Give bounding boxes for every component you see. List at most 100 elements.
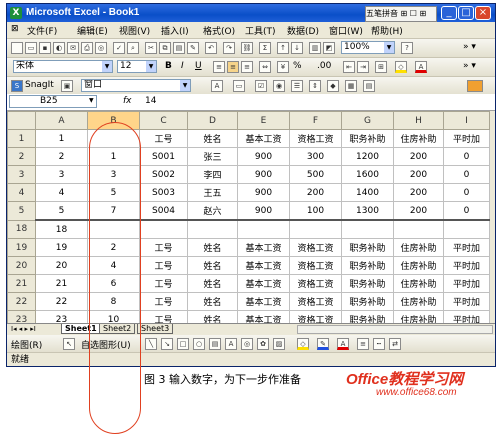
decrease-indent-icon[interactable]: ⇤ [343,61,355,73]
grid-cell[interactable]: S003 [139,183,188,202]
snagit-icon[interactable]: S [11,80,23,92]
line-icon[interactable]: ╲ [145,338,157,350]
rectangle-icon[interactable]: □ [177,338,189,350]
grid-cell[interactable]: 200 [393,183,444,202]
chevron-down-icon[interactable]: ▼ [89,97,94,104]
percent-button[interactable]: % [293,61,302,71]
grid-cell[interactable]: 工号 [139,292,188,311]
toolbar-options-icon[interactable]: » ▾ [463,42,476,52]
new-icon[interactable] [11,42,23,54]
grid-cell[interactable]: 工号 [139,256,188,275]
line-color-icon[interactable]: ✎ [317,338,329,350]
text-direction-icon[interactable]: A [211,80,223,92]
snagit-label[interactable]: SnagIt [25,80,54,90]
grid-cell[interactable]: 姓名 [187,292,238,311]
column-header[interactable]: C [139,111,188,130]
grid-cell[interactable]: 4 [87,256,140,275]
grid-cell[interactable]: 200 [393,201,444,221]
autosum-icon[interactable]: Σ [259,42,271,54]
grid-cell[interactable] [237,219,290,239]
excel-menu-icon[interactable]: ⊠ [11,24,19,34]
grid-cell[interactable]: 住房补助 [393,292,444,311]
list-icon[interactable]: ☰ [291,80,303,92]
grid-cell[interactable]: 900 [237,147,290,166]
column-header[interactable]: I [443,111,490,130]
grid-cell[interactable]: 职务补助 [341,256,394,275]
grid-cell[interactable]: S001 [139,147,188,166]
grid-cell[interactable]: 19 [35,238,88,257]
cell-table[interactable]: ABCDEFGHI 1 1 工号 姓名 基本工资 资格工资 职务补助 住房补助 平时加 2 2 1 S0… [7,111,490,329]
row-header[interactable]: 18 [7,219,36,239]
grid-cell[interactable]: 职务补助 [341,238,394,257]
grid-cell[interactable]: 平时加 [443,238,490,257]
grid-cell[interactable] [139,219,188,239]
hyperlink-icon[interactable]: ⛓ [241,42,253,54]
row-header[interactable]: 22 [7,292,36,311]
increase-indent-icon[interactable]: ⇥ [357,61,369,73]
font-color-icon[interactable]: A [337,338,349,350]
textbox-icon[interactable]: ▤ [209,338,221,350]
font-color-icon[interactable]: A [415,61,427,73]
sort-desc-icon[interactable]: ↓ [291,42,303,54]
grid-cell[interactable]: 住房补助 [393,129,444,148]
grid-cell[interactable]: 1 [87,147,140,166]
grid-cell[interactable]: 8 [87,292,140,311]
grid-cell[interactable]: 平时加 [443,274,490,293]
grid-cell[interactable]: 姓名 [187,274,238,293]
grid-cell[interactable]: 1300 [341,201,394,221]
underline-button[interactable]: U [195,61,202,71]
grid-cell[interactable]: 张三 [187,147,238,166]
spelling-icon[interactable]: ✓ [113,42,125,54]
grid-cell[interactable]: 20 [35,256,88,275]
grid-cell[interactable]: 7 [87,201,140,221]
menu-view[interactable]: 视图(V) [119,24,150,37]
grid-cell[interactable]: 500 [289,165,342,184]
grid-cell[interactable]: 职务补助 [341,292,394,311]
grid-cell[interactable]: 王五 [187,183,238,202]
tab-sheet1[interactable]: Sheet1 [61,324,101,334]
grid-cell[interactable]: 李四 [187,165,238,184]
italic-button[interactable]: I [181,61,184,71]
minimize-icon[interactable]: _ [441,6,457,20]
grid-cell[interactable]: 4 [35,183,88,202]
grid-cell[interactable]: 900 [237,165,290,184]
line-style-icon[interactable]: ≡ [357,338,369,350]
column-header[interactable]: G [341,111,394,130]
radio-icon[interactable]: ◉ [273,80,285,92]
grid-cell[interactable]: 职务补助 [341,129,394,148]
row-header[interactable]: 2 [7,147,36,166]
chart-wizard-icon[interactable]: ▥ [309,42,321,54]
grid-cell[interactable]: 300 [289,147,342,166]
grid-cell[interactable] [187,219,238,239]
grid-cell[interactable]: 900 [237,183,290,202]
arrow-style-icon[interactable]: ⇄ [389,338,401,350]
align-center-icon[interactable]: ≡ [227,61,239,73]
currency-icon[interactable]: ¥ [277,61,289,73]
align-left-icon[interactable]: ≡ [213,61,225,73]
grid-cell[interactable]: 1200 [341,147,394,166]
grid-cell[interactable]: 1400 [341,183,394,202]
grid-cell[interactable]: 基本工资 [237,274,290,293]
grid-cell[interactable]: 100 [289,201,342,221]
row-header[interactable]: 4 [7,183,36,202]
grid-cell[interactable]: 200 [393,147,444,166]
redo-icon[interactable]: ↷ [223,42,235,54]
row-header[interactable]: 5 [7,201,36,221]
column-header[interactable]: A [35,111,88,130]
dash-style-icon[interactable]: ┅ [373,338,385,350]
grid-cell[interactable]: 住房补助 [393,238,444,257]
permission-icon[interactable]: ◐ [53,42,65,54]
grid-cell[interactable]: 赵六 [187,201,238,221]
autoshapes-menu[interactable]: 自选图形(U) [81,338,131,351]
grid-cell[interactable]: 基本工资 [237,129,290,148]
menu-file[interactable]: 文件(F) [27,24,57,37]
grid-cell[interactable]: 住房补助 [393,256,444,275]
grid-cell[interactable]: 工号 [139,274,188,293]
grid-cell[interactable]: 0 [443,147,490,166]
toolbar-options-icon[interactable]: » ▾ [463,61,476,71]
grid-cell[interactable]: 住房补助 [393,274,444,293]
grid-cell[interactable]: 姓名 [187,129,238,148]
scroll-icon[interactable]: ⇕ [309,80,321,92]
excel-app-icon[interactable]: X [10,7,22,19]
undo-icon[interactable]: ↶ [205,42,217,54]
